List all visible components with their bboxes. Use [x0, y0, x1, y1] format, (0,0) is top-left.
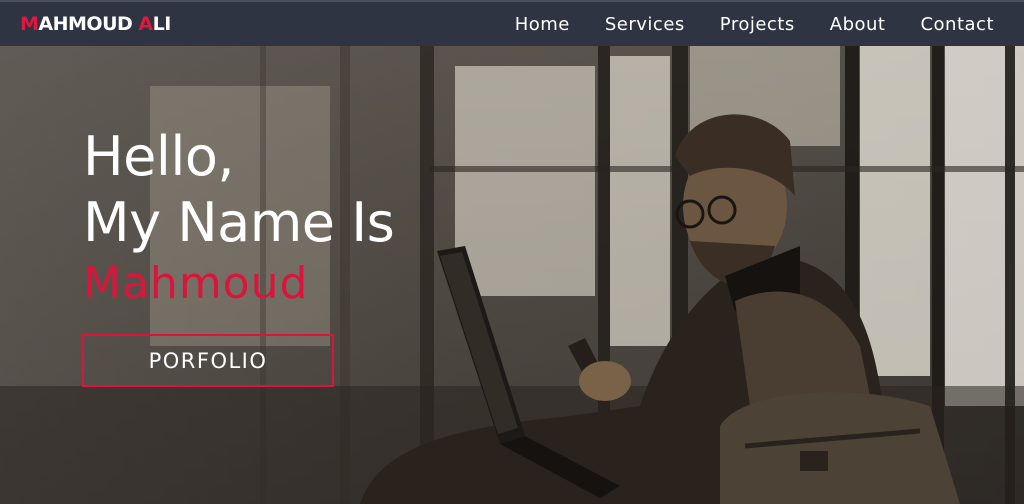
- brand-first-rest: AHMOUD: [38, 13, 133, 35]
- nav-item-contact[interactable]: Contact: [920, 14, 994, 35]
- nav-links: Home Services Projects About Contact: [515, 14, 994, 35]
- nav-item-about[interactable]: About: [830, 14, 886, 35]
- hero-section: Hello, My Name Is Mahmoud PORFOLIO: [0, 46, 1024, 504]
- hero-intro-line: My Name Is: [83, 191, 395, 254]
- nav-item-projects[interactable]: Projects: [720, 14, 795, 35]
- hero-greeting-line: Hello,: [83, 125, 235, 188]
- nav-item-home[interactable]: Home: [515, 14, 570, 35]
- brand-last-initial: A: [138, 13, 153, 35]
- navbar: MAHMOUD ALI Home Services Projects About…: [0, 0, 1024, 46]
- portfolio-button[interactable]: PORFOLIO: [82, 334, 334, 387]
- nav-item-services[interactable]: Services: [605, 14, 685, 35]
- brand-last-rest: LI: [152, 13, 172, 35]
- hero-heading: Hello, My Name Is Mahmoud: [83, 124, 395, 312]
- hero-name: Mahmoud: [83, 258, 309, 309]
- brand-first-initial: M: [20, 13, 39, 35]
- brand-logo[interactable]: MAHMOUD ALI: [20, 13, 171, 35]
